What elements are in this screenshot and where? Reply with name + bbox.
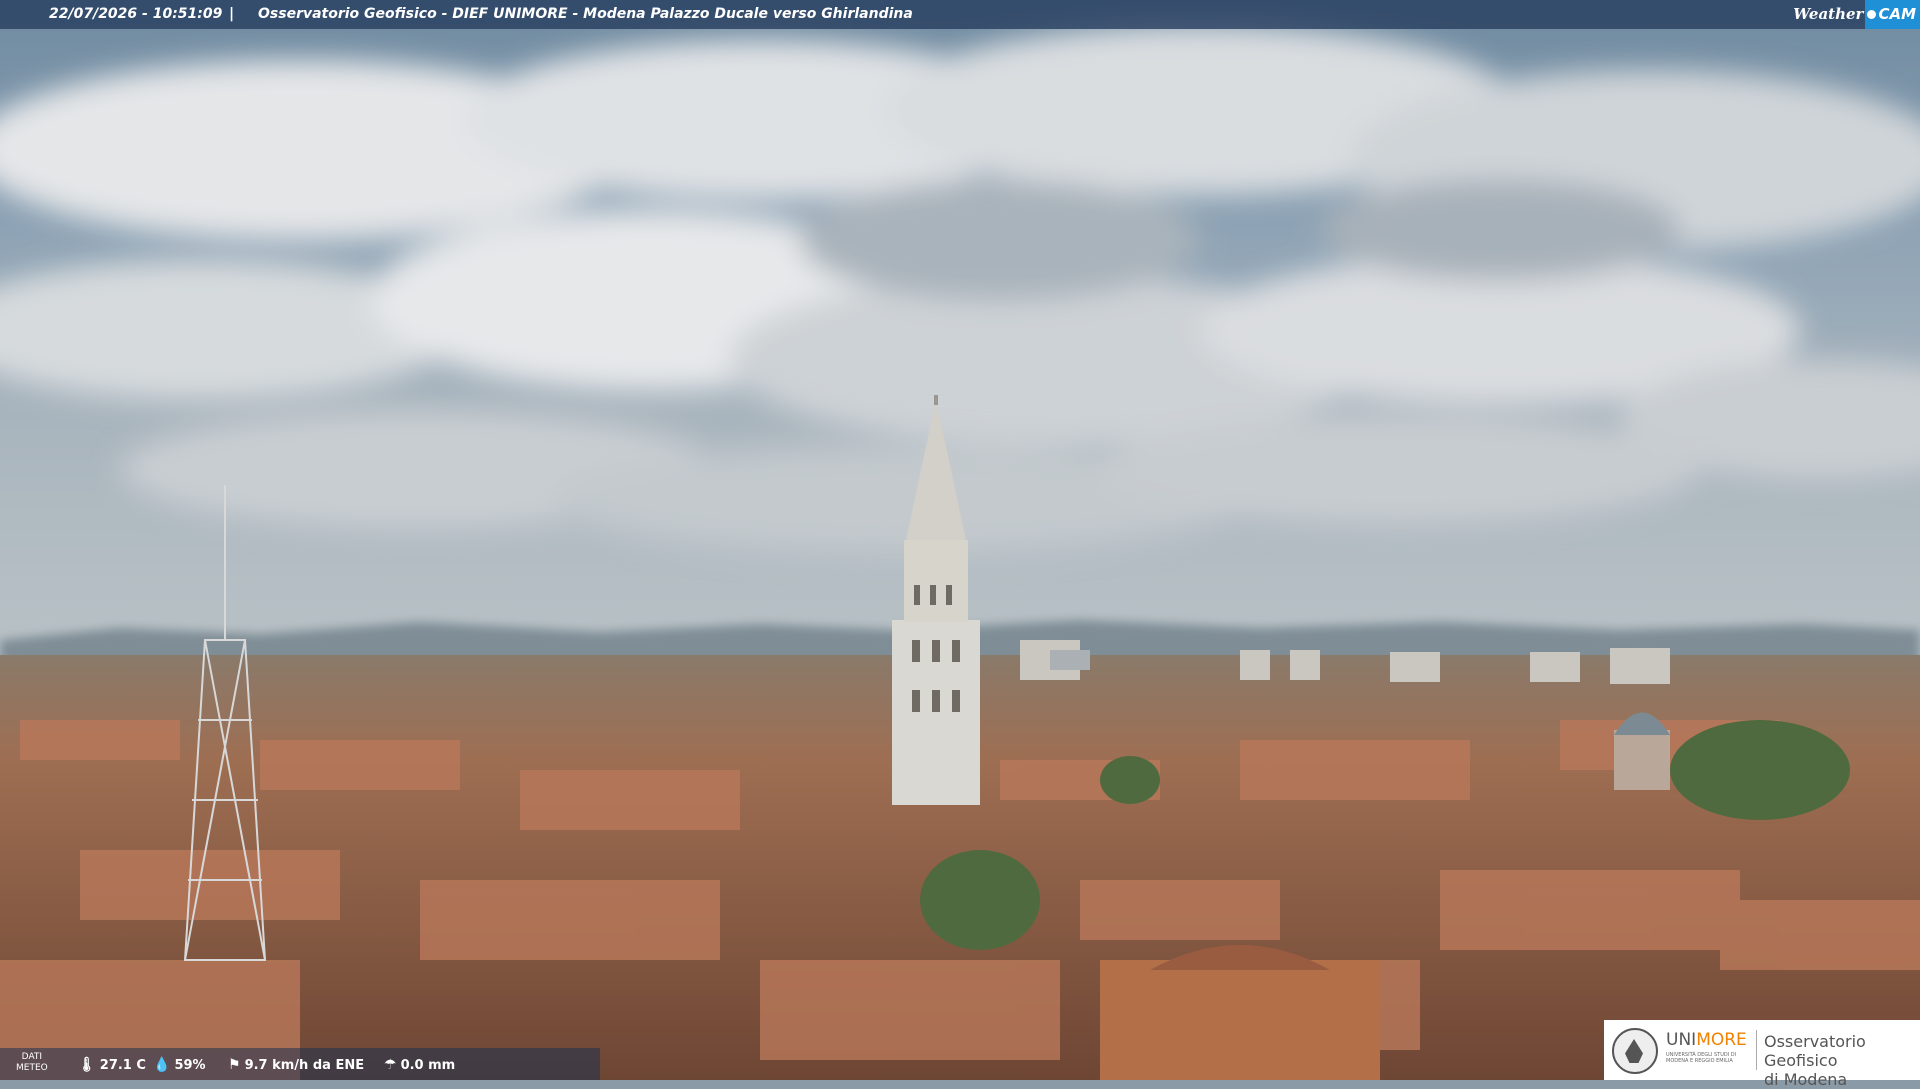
university-seal-icon [1612,1028,1658,1074]
dome-right [1614,712,1670,790]
temperature-value: 27.1 C [99,1057,146,1073]
brand-weather: Weather [1793,5,1864,23]
caption-bar: 22/07/2026 - 10:51:09 | Osservatorio Geo… [0,0,1920,29]
brand-cam: CAM [1865,0,1920,29]
camera-title: Osservatorio Geofisico - DIEF UNIMORE - … [258,6,913,22]
rain-icon: ☂ [384,1057,397,1073]
foreground-dome-building [1100,960,1380,1080]
unimore-part1: UNI [1666,1030,1697,1050]
unimore-wordmark: UNIMORE [1666,1030,1747,1050]
brand-cam-label: CAM [1878,5,1916,23]
weather-data-strip: DATI METEO 🌡 27.1 C 💧 59% ⚑ 9.7 km/h da ENE … [0,1048,600,1080]
camera-dot-icon [1867,10,1877,19]
humidity-icon: 💧 [153,1057,171,1073]
rain-item: ☂ 0.0 mm [384,1057,455,1073]
humidity-item: 💧 59% [153,1057,206,1073]
weather-label-line1: DATI [21,1052,43,1062]
logo-divider [1756,1030,1757,1070]
temperature-item: 🌡 27.1 C [78,1057,146,1073]
humidity-value: 59% [174,1057,206,1073]
observatory-name: Osservatorio Geofisico di Modena [1764,1032,1920,1089]
caption-separator: | [229,6,235,22]
wind-value: 9.7 km/h da ENE [244,1057,365,1073]
timestamp: 22/07/2026 - 10:51:09 [49,6,223,22]
unimore-part2: MORE [1696,1030,1747,1050]
weather-label-line2: METEO [16,1063,48,1073]
webcam-scene [0,0,1920,1080]
weathercam-logo: Weather CAM [1793,0,1920,29]
unimore-subtitle: UNIVERSITÀ DEGLI STUDI DI MODENA E REGGI… [1666,1052,1737,1064]
clouds [0,25,1920,555]
observatory-line1: Osservatorio Geofisico [1764,1032,1866,1070]
wind-icon: ⚑ [228,1057,241,1073]
unimore-logo: UNIMORE UNIVERSITÀ DEGLI STUDI DI MODENA… [1604,1020,1920,1089]
weather-label: DATI METEO [16,1052,48,1074]
rain-value: 0.0 mm [400,1057,456,1073]
wind-item: ⚑ 9.7 km/h da ENE [228,1057,364,1073]
thermometer-icon: 🌡 [78,1057,96,1073]
